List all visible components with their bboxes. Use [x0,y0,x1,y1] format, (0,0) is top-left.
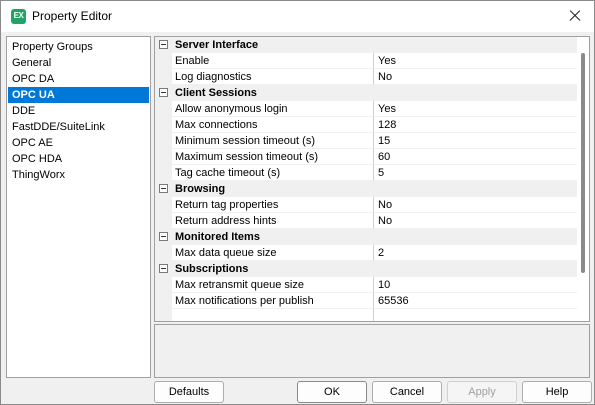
row-gutter [155,69,172,85]
row-gutter [155,117,172,133]
property-name: Max retransmit queue size [172,277,374,293]
category-row[interactable]: Server Interface [155,37,577,53]
property-name: Minimum session timeout (s) [172,133,374,149]
category-row[interactable]: Monitored Items [155,229,577,245]
category-row[interactable]: Client Sessions [155,85,577,101]
property-group-item[interactable]: FastDDE/SuiteLink [8,119,105,135]
collapse-icon[interactable] [159,264,168,273]
property-name: Allow anonymous login [172,101,374,117]
category-label: Monitored Items [175,231,260,243]
category-row[interactable]: Browsing [155,181,577,197]
property-grid: Server Interface Enable Yes Log diagnostics… [154,36,590,322]
empty-row [155,309,577,321]
cancel-button[interactable]: Cancel [372,381,442,403]
property-value[interactable]: No [374,213,577,229]
property-row[interactable]: Max connections 128 [155,117,577,133]
property-row[interactable]: Return tag properties No [155,197,577,213]
close-icon[interactable] [564,6,586,26]
property-name: Max connections [172,117,374,133]
property-groups-header: Property Groups [12,41,93,53]
property-row[interactable]: Minimum session timeout (s) 15 [155,133,577,149]
row-gutter [155,277,172,293]
ok-button[interactable]: OK [297,381,367,403]
property-value[interactable]: No [374,197,577,213]
property-value[interactable]: 60 [374,149,577,165]
property-group-item[interactable]: ThingWorx [8,167,65,183]
scrollbar-thumb[interactable] [581,53,585,273]
property-name: Return address hints [172,213,374,229]
property-group-item[interactable]: OPC AE [8,135,53,151]
property-row[interactable]: Maximum session timeout (s) 60 [155,149,577,165]
empty-value-cell [374,309,577,321]
property-value[interactable]: No [374,69,577,85]
title-bar: EX Property Editor [1,1,594,32]
property-row[interactable]: Return address hints No [155,213,577,229]
grid-scrollbar[interactable] [577,37,589,321]
property-row[interactable]: Log diagnostics No [155,69,577,85]
app-icon: EX [11,9,26,24]
property-value[interactable]: 15 [374,133,577,149]
property-editor-window: EX Property Editor Property Groups Genera… [0,0,595,405]
property-group-item[interactable]: OPC UA [8,87,149,103]
category-label: Server Interface [175,39,259,51]
row-gutter [155,133,172,149]
category-label: Browsing [175,183,226,195]
property-value[interactable]: 5 [374,165,577,181]
collapse-icon[interactable] [159,184,168,193]
property-row[interactable]: Allow anonymous login Yes [155,101,577,117]
property-row[interactable]: Max data queue size 2 [155,245,577,261]
property-group-item[interactable]: General [8,55,51,71]
collapse-icon[interactable] [159,40,168,49]
property-row[interactable]: Max retransmit queue size 10 [155,277,577,293]
category-label: Client Sessions [175,87,257,99]
property-name: Maximum session timeout (s) [172,149,374,165]
property-name: Max notifications per publish [172,293,374,309]
property-value[interactable]: Yes [374,101,577,117]
property-value[interactable]: 128 [374,117,577,133]
property-row[interactable]: Max notifications per publish 65536 [155,293,577,309]
property-value[interactable]: 2 [374,245,577,261]
apply-button[interactable]: Apply [447,381,517,403]
row-gutter [155,197,172,213]
property-group-item[interactable]: DDE [8,103,35,119]
category-label: Subscriptions [175,263,249,275]
row-gutter [155,213,172,229]
property-value[interactable]: 65536 [374,293,577,309]
property-name: Return tag properties [172,197,374,213]
row-gutter [155,309,172,321]
empty-name-cell [172,309,374,321]
collapse-icon[interactable] [159,232,168,241]
row-gutter [155,149,172,165]
row-gutter [155,165,172,181]
defaults-button[interactable]: Defaults [154,381,224,403]
property-value[interactable]: Yes [374,53,577,69]
property-name: Enable [172,53,374,69]
row-gutter [155,245,172,261]
window-title: Property Editor [32,9,113,23]
row-gutter [155,293,172,309]
help-button[interactable]: Help [522,381,592,403]
property-name: Log diagnostics [172,69,374,85]
property-row[interactable]: Enable Yes [155,53,577,69]
property-group-item[interactable]: OPC HDA [8,151,62,167]
property-groups-list: Property Groups General OPC DA OPC UA DDE Fas… [6,36,151,378]
property-name: Max data queue size [172,245,374,261]
category-row[interactable]: Subscriptions [155,261,577,277]
collapse-icon[interactable] [159,88,168,97]
app-icon-text: EX [13,11,24,20]
property-name: Tag cache timeout (s) [172,165,374,181]
row-gutter [155,53,172,69]
property-row[interactable]: Tag cache timeout (s) 5 [155,165,577,181]
description-panel [154,324,590,378]
row-gutter [155,101,172,117]
property-group-item[interactable]: OPC DA [8,71,54,87]
property-value[interactable]: 10 [374,277,577,293]
